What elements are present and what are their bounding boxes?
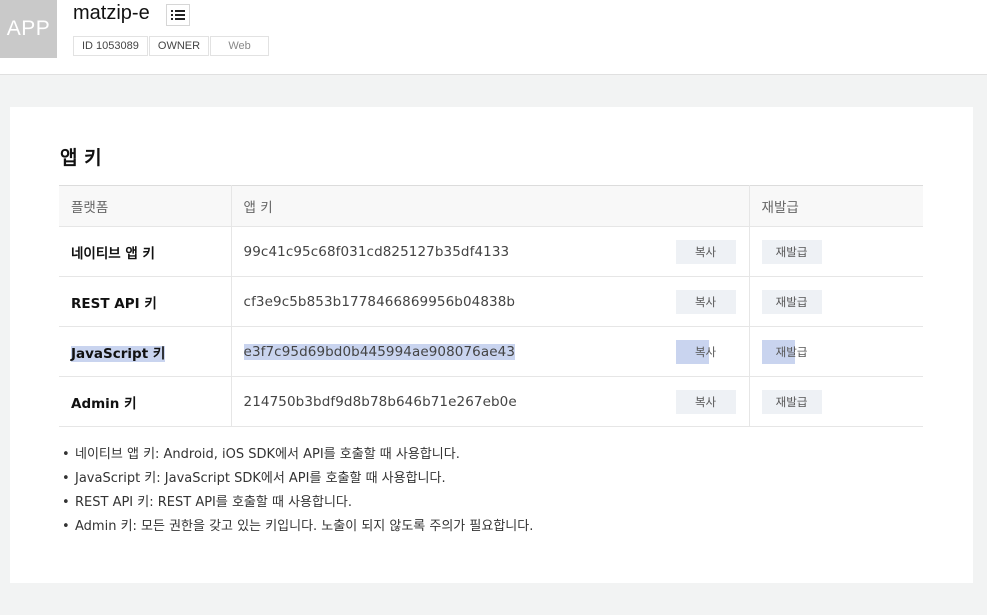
note-item: JavaScript 키: JavaScript SDK에서 API를 호출할 … <box>62 467 533 491</box>
note-item: REST API 키: REST API를 호출할 때 사용합니다. <box>62 491 533 515</box>
app-key-value: e3f7c95d69bd0b445994ae908076ae43 <box>243 343 516 360</box>
reissue-button[interactable]: 재발급 <box>761 339 822 364</box>
app-thumbnail: APP <box>0 0 57 58</box>
table-row: REST API 키 cf3e9c5b853b1778466869956b048… <box>59 276 923 327</box>
app-key-value: 99c41c95c68f031cd825127b35df4133 <box>243 243 510 260</box>
section-title: 앱 키 <box>60 147 102 169</box>
app-key-value: cf3e9c5b853b1778466869956b04838b <box>243 293 516 310</box>
column-header-platform: 플랫폼 <box>59 185 232 227</box>
reissue-button[interactable]: 재발급 <box>761 239 822 264</box>
copy-button[interactable]: 복사 <box>675 239 736 264</box>
reissue-button[interactable]: 재발급 <box>761 389 822 414</box>
list-icon <box>171 10 185 20</box>
table-row: 네이티브 앱 키 99c41c95c68f031cd825127b35df413… <box>59 226 923 277</box>
note-item: Admin 키: 모든 권한을 갖고 있는 키입니다. 노출이 되지 않도록 주… <box>62 515 533 539</box>
app-platform-tag: Web <box>210 36 270 56</box>
platform-label: REST API 키 <box>71 295 157 312</box>
reissue-button[interactable]: 재발급 <box>761 289 822 314</box>
app-keys-panel: 앱 키 플랫폼 앱 키 재발급 네이티브 앱 키 99c41c95c68f031… <box>10 107 973 583</box>
platform-label: Admin 키 <box>71 395 137 412</box>
app-menu-button[interactable] <box>166 4 190 26</box>
table-header-row: 플랫폼 앱 키 재발급 <box>59 185 923 227</box>
platform-label: JavaScript 키 <box>71 345 166 362</box>
app-key-value: 214750b3bdf9d8b78b646b71e267eb0e <box>243 393 517 410</box>
note-item: 네이티브 앱 키: Android, iOS SDK에서 API를 호출할 때 … <box>62 443 533 467</box>
app-id-tag: ID 1053089 <box>73 36 148 56</box>
app-role-tag: OWNER <box>148 36 210 56</box>
copy-button[interactable]: 복사 <box>675 339 736 364</box>
column-header-reissue: 재발급 <box>749 185 923 227</box>
platform-label: 네이티브 앱 키 <box>71 245 155 262</box>
app-name: matzip-e <box>73 2 150 24</box>
copy-button[interactable]: 복사 <box>675 289 736 314</box>
table-row: Admin 키 214750b3bdf9d8b78b646b71e267eb0e… <box>59 376 923 427</box>
table-row: JavaScript 키 e3f7c95d69bd0b445994ae90807… <box>59 326 923 377</box>
column-header-app-key: 앱 키 <box>231 185 750 227</box>
app-tags: ID 1053089 OWNER Web <box>73 36 270 56</box>
app-keys-table: 플랫폼 앱 키 재발급 네이티브 앱 키 99c41c95c68f031cd82… <box>59 185 923 427</box>
key-usage-notes: 네이티브 앱 키: Android, iOS SDK에서 API를 호출할 때 … <box>62 443 533 539</box>
app-header: APP matzip-e ID 1053089 OWNER Web <box>0 0 987 75</box>
copy-button[interactable]: 복사 <box>675 389 736 414</box>
